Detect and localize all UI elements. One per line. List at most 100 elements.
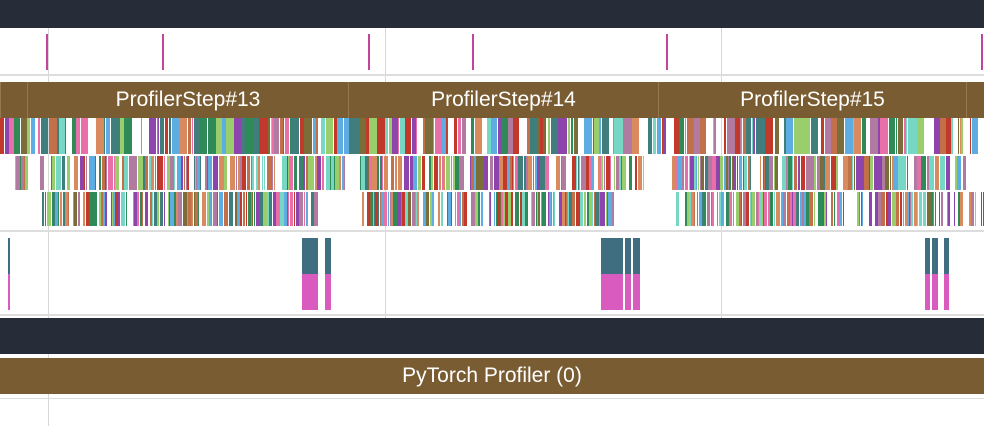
operator-slice[interactable] [152, 192, 153, 226]
operator-slice[interactable] [580, 192, 583, 226]
profiler-step-slice-12[interactable] [0, 82, 27, 118]
instant-event-marker[interactable] [368, 34, 370, 70]
operator-slice[interactable] [889, 118, 895, 154]
operator-slice[interactable] [299, 192, 303, 226]
operator-slice[interactable] [151, 156, 154, 190]
operator-slice[interactable] [431, 156, 433, 190]
instant-event-marker[interactable] [981, 34, 983, 70]
operator-slice[interactable] [513, 156, 514, 190]
operator-slice[interactable] [234, 118, 241, 154]
operator-slice[interactable] [243, 192, 245, 226]
operator-slice[interactable] [438, 192, 440, 226]
operator-slice[interactable] [40, 156, 44, 190]
operator-slice[interactable] [274, 156, 275, 190]
operator-slice[interactable] [685, 156, 688, 190]
operator-slice[interactable] [377, 118, 385, 154]
operator-slice[interactable] [604, 156, 605, 190]
operator-slice[interactable] [294, 156, 297, 190]
operator-slice[interactable] [226, 118, 234, 154]
operator-slice[interactable] [854, 156, 855, 190]
operator-slice[interactable] [41, 118, 48, 154]
operator-slice[interactable] [746, 118, 751, 154]
operator-slice[interactable] [826, 192, 827, 226]
operator-slice[interactable] [837, 118, 844, 154]
operator-slice[interactable] [304, 192, 305, 226]
operator-slice[interactable] [208, 156, 212, 190]
operator-slice[interactable] [811, 118, 818, 154]
operator-slice[interactable] [309, 156, 314, 190]
operator-slice[interactable] [946, 156, 950, 190]
operator-slice[interactable] [792, 156, 793, 190]
memcpy-slice[interactable] [601, 238, 623, 274]
operator-slice[interactable] [422, 156, 425, 190]
operator-slice[interactable] [622, 156, 626, 190]
operator-slice[interactable] [783, 192, 786, 226]
kernel-slice[interactable] [302, 274, 318, 310]
operator-slice[interactable] [288, 192, 289, 226]
operator-slice[interactable] [933, 192, 934, 226]
operator-slice[interactable] [124, 156, 128, 190]
operator-slice[interactable] [576, 156, 577, 190]
operator-slice[interactable] [369, 118, 377, 154]
operator-slice[interactable] [283, 118, 284, 154]
operator-slice[interactable] [548, 118, 550, 154]
operator-slice[interactable] [290, 192, 293, 226]
operator-slice[interactable] [29, 118, 30, 154]
operator-slice[interactable] [192, 192, 193, 226]
operator-slice[interactable] [533, 156, 534, 190]
operator-slice[interactable] [701, 156, 704, 190]
operator-slice[interactable] [845, 118, 853, 154]
operator-slice[interactable] [38, 118, 40, 154]
operator-slice[interactable] [236, 156, 237, 190]
operator-slice[interactable] [211, 192, 212, 226]
operator-slice[interactable] [949, 192, 950, 226]
operator-slice[interactable] [60, 192, 62, 226]
operator-slice[interactable] [229, 192, 233, 226]
operator-slice[interactable] [513, 118, 519, 154]
operator-slice[interactable] [272, 156, 273, 190]
operator-slice[interactable] [834, 192, 835, 226]
operator-slice[interactable] [601, 156, 603, 190]
operator-slice[interactable] [906, 118, 907, 154]
operator-slice[interactable] [592, 192, 593, 226]
operator-row-2[interactable] [0, 154, 984, 190]
operator-slice[interactable] [769, 156, 773, 190]
operator-slice[interactable] [52, 156, 55, 190]
operator-slice[interactable] [187, 156, 189, 190]
profiler-step-slice-15[interactable]: ProfilerStep#15 [658, 82, 966, 118]
operator-slice[interactable] [401, 156, 402, 190]
operator-slice[interactable] [58, 192, 59, 226]
operator-slice[interactable] [714, 118, 716, 154]
operator-slice[interactable] [405, 118, 411, 154]
operator-slice[interactable] [164, 192, 165, 226]
operator-slice[interactable] [556, 156, 560, 190]
operator-slice[interactable] [84, 156, 85, 190]
operator-slice[interactable] [158, 156, 163, 190]
operator-slice[interactable] [821, 118, 824, 154]
operator-slice[interactable] [145, 156, 148, 190]
operator-slice[interactable] [254, 192, 255, 226]
operator-slice[interactable] [599, 118, 601, 154]
operator-slice[interactable] [217, 156, 218, 190]
operator-slice[interactable] [68, 192, 69, 226]
operator-slice[interactable] [377, 156, 379, 190]
operator-slice[interactable] [896, 118, 897, 154]
operator-slice[interactable] [321, 118, 325, 154]
operator-slice[interactable] [958, 118, 959, 154]
operator-slice[interactable] [45, 192, 46, 226]
operator-slice[interactable] [198, 192, 199, 226]
kernel-slice[interactable] [8, 274, 10, 310]
operator-slice[interactable] [262, 156, 263, 190]
instant-event-marker[interactable] [162, 34, 164, 70]
memcpy-slice[interactable] [302, 238, 318, 274]
operator-slice[interactable] [14, 118, 20, 154]
operator-slice[interactable] [907, 156, 908, 190]
instant-event-marker[interactable] [46, 34, 48, 70]
operator-slice[interactable] [242, 156, 246, 190]
operator-slice[interactable] [836, 156, 838, 190]
operator-slice[interactable] [562, 156, 566, 190]
operator-slice[interactable] [344, 156, 345, 190]
operator-slice[interactable] [786, 118, 793, 154]
operator-slice[interactable] [717, 192, 718, 226]
operator-slice[interactable] [149, 118, 156, 154]
